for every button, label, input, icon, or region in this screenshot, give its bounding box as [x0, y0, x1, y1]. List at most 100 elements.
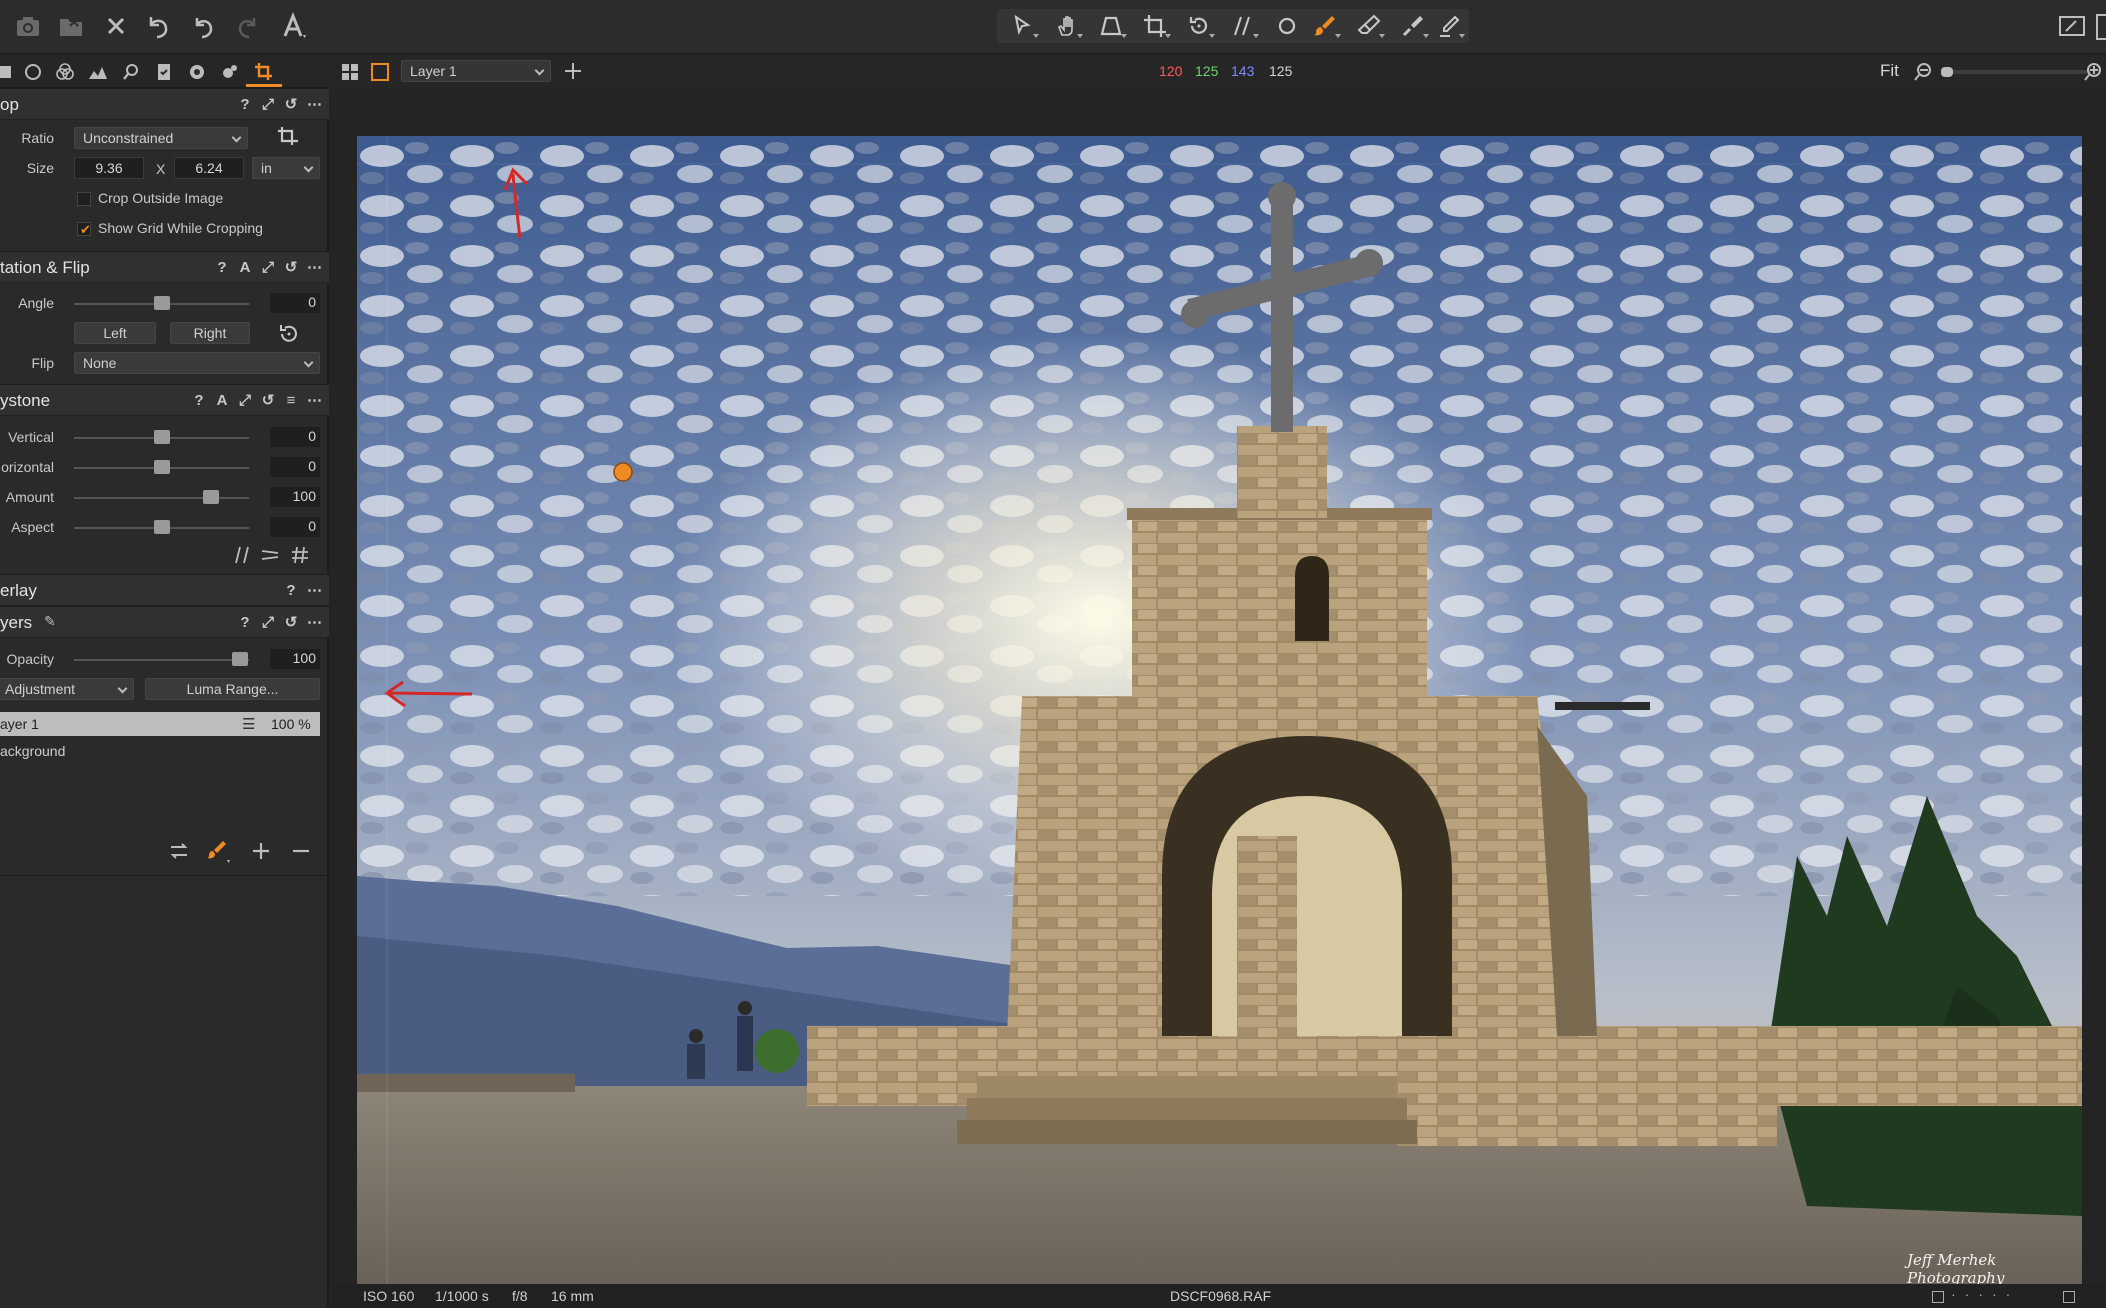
frame-icon[interactable] [1932, 1291, 1944, 1303]
layer-row[interactable]: ackground [0, 739, 320, 763]
zoom-slider-knob[interactable] [1941, 67, 1953, 77]
crop-width-field[interactable]: 9.36 [74, 157, 144, 179]
rotation-section-header[interactable]: tation & Flip ? A ⤢ ↺ ⋯ [0, 251, 329, 283]
keystone-slider-knob[interactable] [153, 460, 170, 474]
layers-section-header[interactable]: yers ✎ ? ⤢ ↺ ⋯ [0, 606, 329, 638]
help-icon[interactable]: ? [238, 96, 252, 113]
keystone-slider[interactable] [74, 490, 249, 504]
add-layer-icon[interactable] [250, 840, 272, 862]
color-icon[interactable] [52, 60, 78, 84]
undo-icon[interactable] [185, 8, 221, 44]
keystone-value[interactable]: 0 [270, 457, 320, 477]
zoom-in-icon[interactable] [2083, 62, 2103, 82]
expand-icon[interactable]: ⤢ [261, 614, 275, 631]
adjustments-icon[interactable] [217, 60, 243, 84]
reset-icon[interactable]: ↺ [284, 258, 298, 276]
redo-icon[interactable] [230, 8, 266, 44]
crop-tool-icon[interactable] [276, 125, 300, 149]
keystone-value[interactable]: 100 [270, 487, 320, 507]
opacity-value[interactable]: 100 [270, 649, 320, 669]
crop-height-field[interactable]: 6.24 [174, 157, 244, 179]
layer-row-selected[interactable]: ayer 1 ☰ 100 % [0, 712, 320, 736]
rotate-icon[interactable] [1179, 11, 1219, 41]
luma-range-button[interactable]: Luma Range... [145, 678, 320, 700]
undo-all-icon[interactable] [140, 8, 176, 44]
expand-icon[interactable]: ⤢ [261, 259, 275, 276]
keystone-slider[interactable] [74, 430, 249, 444]
rotate-free-icon[interactable] [276, 321, 302, 347]
crop-outside-checkbox[interactable] [77, 192, 91, 206]
keystone-value[interactable]: 0 [270, 517, 320, 537]
keystone-slider[interactable] [74, 460, 249, 474]
edit-panel-icon[interactable] [2054, 8, 2090, 44]
layer-settings-icon[interactable]: ☰ [242, 715, 255, 733]
opacity-slider-knob[interactable] [232, 652, 249, 666]
keystone-value[interactable]: 0 [270, 427, 320, 447]
library-icon[interactable] [0, 60, 18, 84]
zoom-slider[interactable] [1941, 67, 2091, 77]
keystone-slider[interactable] [74, 520, 249, 534]
text-icon[interactable] [275, 8, 311, 44]
color-tag-icon[interactable] [2063, 1291, 2075, 1303]
rating-dots[interactable]: ····· [1951, 1286, 2019, 1302]
list-icon[interactable]: ≡ [284, 392, 298, 409]
single-view-icon[interactable] [371, 63, 389, 81]
straighten-icon[interactable] [1223, 11, 1263, 41]
angle-value[interactable]: 0 [270, 293, 320, 313]
rotate-right-button[interactable]: Right [170, 322, 250, 344]
add-point-icon[interactable] [563, 61, 583, 81]
crop-tab-icon[interactable] [251, 60, 277, 84]
angle-slider[interactable] [74, 296, 249, 310]
more-icon[interactable]: ⋯ [307, 581, 322, 599]
rotate-left-button[interactable]: Left [74, 322, 156, 344]
more-icon[interactable]: ⋯ [307, 258, 322, 276]
capture-icon[interactable] [20, 60, 46, 84]
keystone-slider-knob[interactable] [153, 520, 170, 534]
pan-hand-icon[interactable] [1047, 11, 1087, 41]
panel-toggle-icon[interactable] [2096, 14, 2106, 40]
gradient-icon[interactable] [1393, 11, 1433, 41]
help-icon[interactable]: ? [192, 392, 206, 409]
auto-icon[interactable]: A [238, 259, 252, 276]
help-icon[interactable]: ? [215, 259, 229, 276]
ratio-dropdown[interactable]: Unconstrained [74, 127, 248, 149]
keystone-slider-knob[interactable] [202, 490, 219, 504]
overlay-section-header[interactable]: erlay ? ⋯ [0, 574, 329, 606]
opacity-slider[interactable] [74, 652, 249, 666]
flip-dropdown[interactable]: None [74, 352, 320, 374]
close-x-icon[interactable] [98, 8, 134, 44]
expand-icon[interactable]: ⤢ [238, 392, 252, 409]
unit-dropdown[interactable]: in [252, 157, 320, 179]
more-icon[interactable]: ⋯ [307, 391, 322, 409]
exposure-icon[interactable] [85, 60, 111, 84]
keystone-section-header[interactable]: ystone ? A ⤢ ↺ ≡ ⋯ [0, 384, 329, 416]
layer-brush-tool-icon[interactable] [205, 838, 231, 864]
crop-icon[interactable] [1135, 11, 1175, 41]
keystone-slider-knob[interactable] [153, 430, 170, 444]
crop-section-header[interactable]: op ? ⤢ ↺ ⋯ [0, 88, 329, 120]
keystone-icon[interactable] [1091, 11, 1131, 41]
pen-icon[interactable] [1429, 11, 1469, 41]
help-icon[interactable]: ? [238, 614, 252, 631]
angle-slider-knob[interactable] [153, 296, 170, 310]
select-cursor-icon[interactable] [1003, 11, 1043, 41]
keystone-horizontal-icon[interactable] [260, 545, 280, 565]
show-grid-checkbox[interactable]: ✔ [77, 222, 91, 237]
lens-icon[interactable] [118, 60, 144, 84]
metadata-icon[interactable] [151, 60, 177, 84]
auto-icon[interactable]: A [215, 392, 229, 409]
camera-icon[interactable] [10, 8, 46, 44]
more-icon[interactable]: ⋯ [307, 613, 322, 631]
more-icon[interactable]: ⋯ [307, 95, 322, 113]
reset-icon[interactable]: ↺ [261, 391, 275, 409]
reset-icon[interactable]: ↺ [284, 95, 298, 113]
fit-button[interactable]: Fit [1880, 61, 1899, 81]
layer-select-dropdown[interactable]: Layer 1 [401, 60, 551, 82]
photo-canvas[interactable]: Jeff Merhek Photography [357, 136, 2082, 1285]
zoom-out-icon[interactable] [1913, 62, 1933, 82]
swap-layers-icon[interactable] [168, 840, 190, 862]
brush-icon[interactable] [1305, 11, 1345, 41]
eraser-icon[interactable] [1349, 11, 1389, 41]
circle-icon[interactable] [1267, 11, 1307, 41]
open-folder-icon[interactable] [53, 8, 89, 44]
